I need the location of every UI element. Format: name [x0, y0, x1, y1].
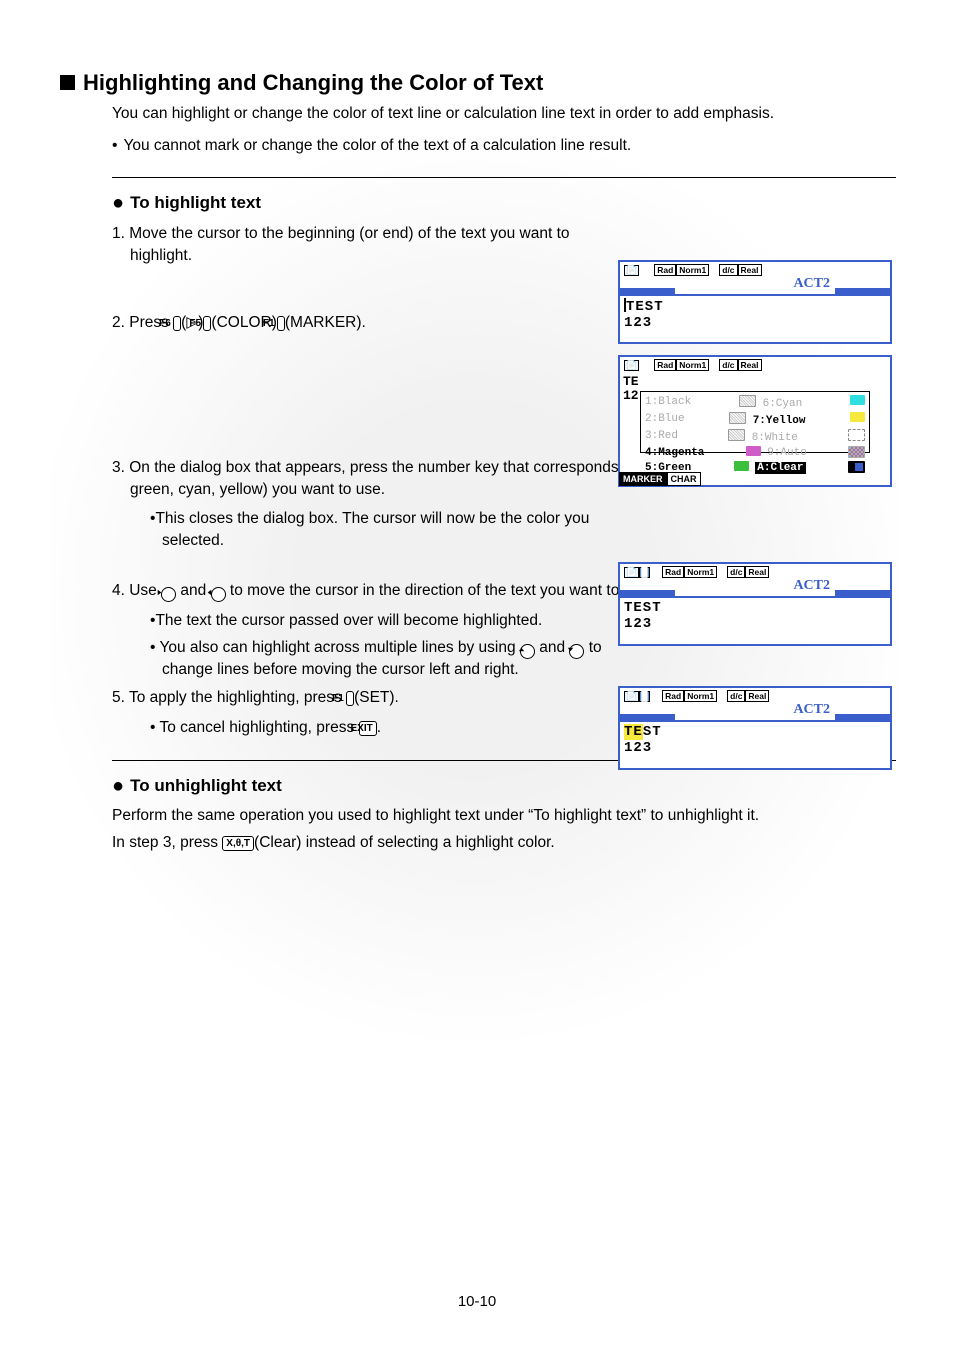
page-icon: 📄 [624, 567, 639, 578]
divider [112, 177, 896, 178]
real-badge: Real [738, 264, 762, 276]
highlight-subhead: ● To highlight text [112, 192, 894, 215]
step-3-sub: This closes the dialog box. The cursor w… [150, 508, 894, 551]
intro-note: You cannot mark or change the color of t… [112, 137, 894, 155]
section-heading: Highlighting and Changing the Color of T… [60, 70, 894, 96]
f6-key: F6 [173, 316, 181, 331]
num-text: 123 [624, 315, 652, 331]
f1-key: F1 [346, 691, 354, 706]
dc-badge: d/c [719, 264, 737, 276]
bullet-icon: ● [112, 775, 124, 797]
xot-key: X,θ,T [222, 836, 254, 851]
down-arrow-icon [569, 644, 584, 659]
sec1-title: To highlight text [130, 193, 261, 212]
marker-tab: MARKER [619, 472, 667, 486]
right-arrow-icon [161, 587, 176, 602]
page-number: 10-10 [0, 1293, 954, 1310]
calc-screenshot-4: 📄█ RadNorm1 d/cReal ACT2 TEST 123 [618, 686, 892, 770]
h1-text: Highlighting and Changing the Color of T… [83, 70, 543, 95]
calc-screenshot-2: 📄 RadNorm1 d/cReal TE12 1:Black 6:Cyan 2… [618, 355, 892, 487]
calc-screenshot-1: 📄 RadNorm1 d/cReal ACT2 TEST 123 [618, 260, 892, 344]
left-arrow-icon [211, 587, 226, 602]
test-text: TEST [626, 299, 664, 315]
up-arrow-icon [520, 644, 535, 659]
page-icon: 📄 [624, 265, 639, 276]
bullet-icon: ● [112, 192, 124, 214]
unhighlight-subhead: ● To unhighlight text [112, 775, 894, 798]
f1-key: F1 [277, 316, 285, 331]
sec2-p2: In step 3, press X,θ,T(Clear) instead of… [112, 833, 894, 854]
rad-badge: Rad [654, 264, 676, 276]
act2-label: ACT2 [793, 276, 830, 292]
calc-screenshot-3: 📄█ RadNorm1 d/cReal ACT2 TEST 123 [618, 562, 892, 646]
exit-key: EXIT [359, 721, 377, 736]
color-dialog: 1:Black 6:Cyan 2:Blue 7:Yellow 3:Red 8:W… [640, 391, 870, 453]
sec2-p1: Perform the same operation you used to h… [112, 806, 894, 827]
char-tab: CHAR [667, 472, 701, 486]
page-icon: 📄 [624, 360, 639, 371]
norm1-badge: Norm1 [676, 264, 709, 276]
page-icon-sel: █ [639, 567, 649, 578]
square-bullet [60, 75, 75, 90]
sec2-title: To unhighlight text [130, 776, 282, 795]
intro-para: You can highlight or change the color of… [112, 104, 894, 125]
